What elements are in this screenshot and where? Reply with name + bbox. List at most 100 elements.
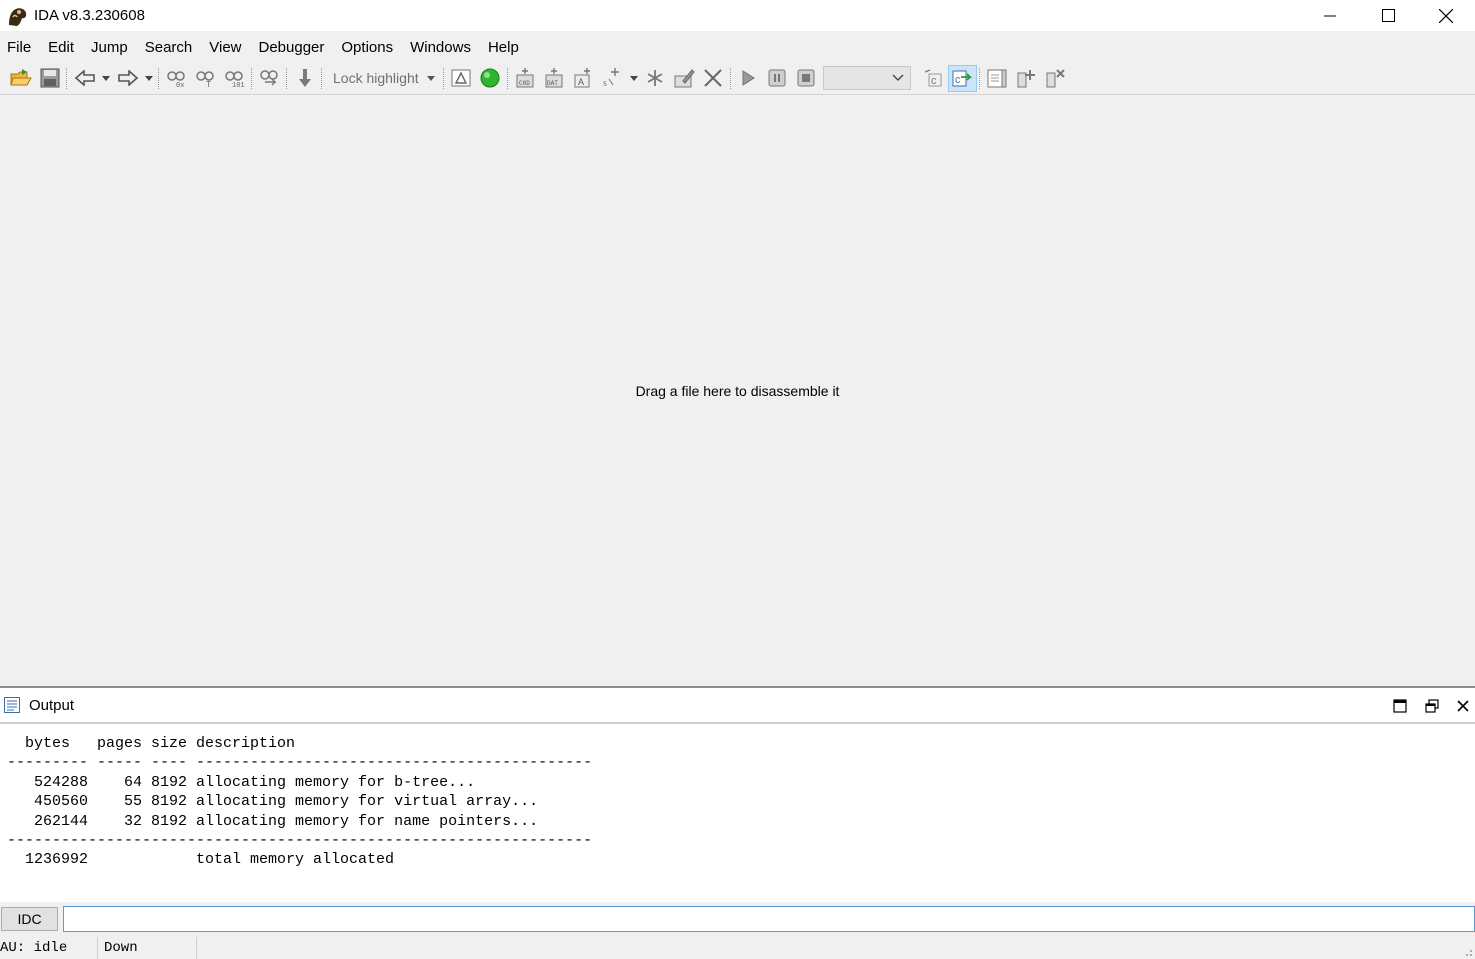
struct-icon: s [603,68,620,89]
minimize-button[interactable] [1301,0,1359,31]
edit-function-button[interactable] [670,65,699,92]
debugger-pause-button[interactable] [763,65,792,92]
maximize-button[interactable] [1359,0,1417,31]
chevron-down-icon [145,75,153,81]
make-code-button[interactable]: C0D [511,65,540,92]
workspace-drop-area[interactable]: Drag a file here to disassemble it [0,96,1475,686]
lock-highlight-label: Lock highlight [333,70,419,86]
title-bar: IDA v8.3.230608 [0,0,1475,31]
arrow-right-icon [117,70,138,86]
output-panel: Output bytes pages size description -----… [0,686,1475,902]
minimize-icon [1324,15,1336,16]
binoculars-text-icon: T [195,71,214,88]
output-line: bytes pages size description [7,735,296,752]
arrow-down-icon [298,69,311,87]
main-toolbar: 0x T 101 Lock highlight C0D DAT A s c c [0,62,1475,95]
svg-text:A: A [578,77,584,87]
data-block-icon: DAT [545,68,563,88]
svg-text:s: s [603,78,607,89]
output-log: bytes pages size description --------- --… [0,724,1475,870]
ida-logo-icon [6,5,28,27]
autoanalysis-label: AU: [0,940,26,956]
menu-edit[interactable]: Edit [41,36,84,60]
search-direction-status: Down [98,937,197,959]
lock-highlight-dropdown[interactable]: Lock highlight [325,65,441,92]
undefine-button[interactable] [699,65,728,92]
chevron-down-icon [426,75,435,81]
output-line: --------- ----- ---- -------------------… [7,754,593,772]
graph-view-button[interactable] [447,65,476,92]
svg-text:101: 101 [232,82,245,88]
panel-float-icon[interactable] [1425,699,1439,713]
search-text-button[interactable]: T [191,65,220,92]
code-block-icon: C0D [516,68,534,88]
forward-history-dropdown[interactable] [142,65,156,92]
string-block-icon: A [574,68,591,88]
output-line: 450560 55 8192 allocating memory for vir… [7,793,539,811]
menu-options[interactable]: Options [334,36,403,60]
binoculars-next-icon [259,70,278,86]
menu-debugger[interactable]: Debugger [252,36,335,60]
chevron-down-icon [102,75,110,81]
menu-windows[interactable]: Windows [403,36,481,60]
delete-breakpoint-button[interactable] [1041,65,1070,92]
pencil-block-icon [674,69,695,88]
toolbar-separator [319,65,325,92]
search-hex-button[interactable]: 0x [162,65,191,92]
debugger-stop-button[interactable] [792,65,821,92]
chevron-down-icon [629,75,638,81]
menu-view[interactable]: View [202,36,251,60]
navigate-back-button[interactable] [70,65,99,92]
menu-help[interactable]: Help [481,36,529,60]
script-language-button[interactable]: IDC [1,907,58,931]
binoculars-hex-icon: 0x [166,71,185,88]
debugger-select-combo[interactable] [822,66,911,90]
add-breakpoint-button[interactable] [1012,65,1041,92]
make-string-button[interactable]: A [569,65,598,92]
open-file-button[interactable] [6,65,35,92]
source-code-icon: c [924,69,942,87]
autoanalysis-state: idle [33,940,68,956]
panel-close-icon[interactable] [1457,700,1469,712]
menu-file[interactable]: File [0,36,41,60]
switch-to-source-button[interactable]: c [919,65,948,92]
debugger-start-button[interactable] [734,65,763,92]
asterisk-icon [647,70,663,86]
delete-breakpoint-icon [1046,69,1065,88]
make-struct-button[interactable]: s [598,65,627,92]
breakpoint-list-icon [987,69,1007,88]
stop-icon [797,69,815,87]
window-title: IDA v8.3.230608 [34,7,145,24]
output-panel-controls [1393,688,1469,724]
search-next-button[interactable] [255,65,284,92]
output-line: 262144 32 8192 allocating memory for nam… [7,812,539,830]
command-line-bar: IDC [0,904,1475,934]
autoanalysis-status: AU: idle [0,937,98,959]
close-icon [1439,8,1453,23]
breakpoint-list-button[interactable] [983,65,1012,92]
close-button[interactable] [1417,0,1475,31]
pseudocode-sync-button[interactable]: c [947,64,977,92]
menu-jump[interactable]: Jump [84,36,138,60]
pseudocode-arrow-icon: c [952,70,973,87]
output-window-icon [4,697,20,713]
jump-down-button[interactable] [290,65,319,92]
command-input[interactable] [63,906,1475,932]
panel-maximize-icon[interactable] [1393,699,1407,713]
run-analysis-button[interactable] [476,65,505,92]
chevron-down-icon [892,74,904,81]
resize-grip-icon[interactable] [1463,947,1473,957]
arrow-left-icon [74,70,95,86]
save-button[interactable] [35,65,64,92]
output-line: 1236992 total memory allocated [7,851,395,869]
menu-search[interactable]: Search [138,36,203,60]
play-icon [742,70,756,86]
make-unknown-button[interactable] [641,65,670,92]
svg-text:T: T [206,80,211,88]
make-data-button[interactable]: DAT [540,65,569,92]
back-history-dropdown[interactable] [99,65,113,92]
struct-dropdown[interactable] [627,65,641,92]
navigate-forward-button[interactable] [113,65,142,92]
search-binary-button[interactable]: 101 [220,65,249,92]
green-circle-icon [480,68,500,88]
